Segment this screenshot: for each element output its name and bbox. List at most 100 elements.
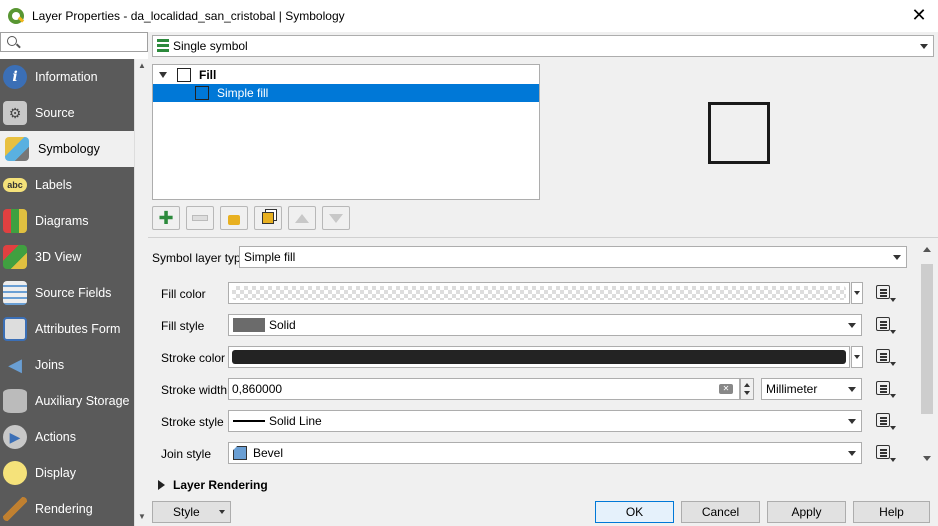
scroll-thumb[interactable] bbox=[921, 264, 933, 414]
close-icon[interactable]: ✕ bbox=[910, 6, 928, 24]
sidebar-item-source-fields[interactable]: Source Fields bbox=[0, 275, 134, 311]
sidebar-item-label: Diagrams bbox=[35, 214, 89, 228]
renderer-select[interactable]: Single symbol bbox=[152, 35, 934, 57]
stroke-style-select[interactable]: Solid Line bbox=[228, 410, 862, 432]
cancel-button-label: Cancel bbox=[701, 505, 740, 519]
fill-color-dropdown[interactable] bbox=[851, 282, 863, 304]
fill-color-button[interactable] bbox=[228, 282, 850, 304]
cancel-button[interactable]: Cancel bbox=[681, 501, 760, 523]
data-defined-icon bbox=[876, 381, 890, 395]
chevron-down-icon bbox=[848, 387, 856, 392]
move-up-button[interactable] bbox=[288, 206, 316, 230]
symbol-layer-type-select[interactable]: Simple fill bbox=[239, 246, 907, 268]
apply-button[interactable]: Apply bbox=[767, 501, 846, 523]
stroke-style-data-defined-button[interactable] bbox=[874, 412, 896, 430]
fill-style-select[interactable]: Solid bbox=[228, 314, 862, 336]
tree-item-fill[interactable]: Fill bbox=[153, 66, 539, 84]
properties-scrollbar[interactable] bbox=[920, 244, 934, 464]
stroke-width-unit-select[interactable]: Millimeter bbox=[761, 378, 862, 400]
sidebar-item-label: Auxiliary Storage bbox=[35, 394, 130, 408]
splitter[interactable] bbox=[148, 237, 938, 238]
stroke-width-data-defined-button[interactable] bbox=[874, 380, 896, 398]
sidebar-item-joins[interactable]: ◀ Joins bbox=[0, 347, 134, 383]
sidebar-item-rendering[interactable]: Rendering bbox=[0, 491, 134, 526]
remove-symbol-layer-button[interactable] bbox=[186, 206, 214, 230]
3d-view-icon bbox=[3, 245, 27, 269]
scroll-up-icon[interactable]: ▲ bbox=[137, 61, 147, 71]
sidebar: i Information ⚙ Source Symbology abc Lab… bbox=[0, 32, 148, 526]
solid-line-icon bbox=[233, 420, 265, 422]
sidebar-item-symbology[interactable]: Symbology bbox=[0, 131, 134, 167]
info-icon: i bbox=[3, 65, 27, 89]
clear-icon[interactable]: ✕ bbox=[719, 384, 733, 394]
fill-symbol-icon bbox=[177, 68, 191, 82]
layer-rendering-label: Layer Rendering bbox=[173, 478, 268, 492]
help-button[interactable]: Help bbox=[853, 501, 930, 523]
ok-button-label: OK bbox=[625, 505, 644, 519]
stroke-width-input[interactable]: 0,860000 ✕ bbox=[228, 378, 740, 400]
stroke-width-spinner[interactable] bbox=[740, 378, 754, 400]
actions-icon: ▶ bbox=[3, 425, 27, 449]
stroke-color-data-defined-button[interactable] bbox=[874, 348, 896, 366]
tree-item-simple-fill[interactable]: Simple fill bbox=[153, 84, 539, 102]
sidebar-item-display[interactable]: Display bbox=[0, 455, 134, 491]
expand-caret-icon bbox=[158, 480, 165, 490]
joins-icon: ◀ bbox=[8, 354, 22, 375]
fill-style-data-defined-button[interactable] bbox=[874, 316, 896, 334]
layer-rendering-section[interactable]: Layer Rendering bbox=[158, 478, 268, 492]
sidebar-item-label: 3D View bbox=[35, 250, 82, 264]
chevron-down-icon bbox=[920, 44, 928, 49]
sidebar-item-auxiliary-storage[interactable]: Auxiliary Storage bbox=[0, 383, 134, 419]
spin-down-icon[interactable] bbox=[744, 391, 750, 395]
fill-style-swatch bbox=[233, 318, 265, 332]
add-symbol-layer-button[interactable]: ✚ bbox=[152, 206, 180, 230]
apply-button-label: Apply bbox=[791, 505, 822, 519]
sidebar-item-attributes-form[interactable]: Attributes Form bbox=[0, 311, 134, 347]
fill-color-data-defined-button[interactable] bbox=[874, 284, 896, 302]
spin-up-icon[interactable] bbox=[744, 383, 750, 387]
scroll-up-icon[interactable] bbox=[923, 247, 931, 252]
expand-caret-icon[interactable] bbox=[159, 72, 167, 78]
lock-layer-button[interactable] bbox=[220, 206, 248, 230]
tree-item-label: Fill bbox=[199, 68, 217, 82]
join-style-data-defined-button[interactable] bbox=[874, 444, 896, 462]
scroll-down-icon[interactable]: ▼ bbox=[137, 512, 147, 522]
data-defined-icon bbox=[876, 413, 890, 427]
move-down-button[interactable] bbox=[322, 206, 350, 230]
duplicate-layer-button[interactable] bbox=[254, 206, 282, 230]
sidebar-item-actions[interactable]: ▶ Actions bbox=[0, 419, 134, 455]
arrow-down-icon bbox=[329, 213, 343, 223]
main-panel: Single symbol Fill Simple fill ✚ Symbol … bbox=[148, 32, 938, 526]
chevron-down-icon bbox=[848, 419, 856, 424]
labels-icon: abc bbox=[3, 178, 27, 192]
symbol-tree: Fill Simple fill bbox=[152, 64, 540, 200]
sidebar-scrollbar[interactable]: ▲ ▼ bbox=[134, 59, 148, 526]
sidebar-item-diagrams[interactable]: Diagrams bbox=[0, 203, 134, 239]
sidebar-item-information[interactable]: i Information bbox=[0, 59, 134, 95]
window-title: Layer Properties - da_localidad_san_cris… bbox=[32, 9, 345, 23]
join-style-select[interactable]: Bevel bbox=[228, 442, 862, 464]
fill-style-value: Solid bbox=[269, 318, 296, 332]
symbology-icon bbox=[5, 137, 29, 161]
sidebar-item-label: Information bbox=[35, 70, 98, 84]
sidebar-item-label: Rendering bbox=[35, 502, 93, 516]
bevel-join-icon bbox=[233, 446, 247, 460]
sidebar-item-source[interactable]: ⚙ Source bbox=[0, 95, 134, 131]
style-button[interactable]: Style bbox=[152, 501, 231, 523]
sidebar-item-label: Display bbox=[35, 466, 76, 480]
arrow-up-icon bbox=[295, 213, 309, 223]
sidebar-item-3d-view[interactable]: 3D View bbox=[0, 239, 134, 275]
stroke-color-button[interactable] bbox=[228, 346, 850, 368]
ok-button[interactable]: OK bbox=[595, 501, 674, 523]
join-style-label: Join style bbox=[161, 447, 212, 461]
search-input[interactable] bbox=[0, 32, 148, 52]
sidebar-item-label: Attributes Form bbox=[35, 322, 121, 336]
sidebar-item-labels[interactable]: abc Labels bbox=[0, 167, 134, 203]
sidebar-nav: i Information ⚙ Source Symbology abc Lab… bbox=[0, 59, 134, 526]
stroke-width-value: 0,860000 bbox=[232, 382, 283, 396]
display-icon bbox=[3, 461, 27, 485]
stroke-color-dropdown[interactable] bbox=[851, 346, 863, 368]
style-button-label: Style bbox=[173, 505, 200, 519]
auxiliary-storage-icon bbox=[3, 389, 27, 413]
scroll-down-icon[interactable] bbox=[923, 456, 931, 461]
